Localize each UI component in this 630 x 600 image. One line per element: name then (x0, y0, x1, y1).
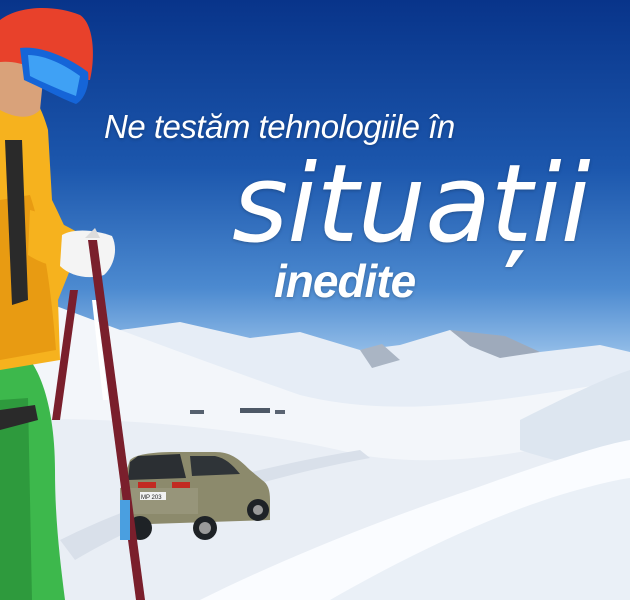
headline-line-1: Ne testăm tehnologiile în (104, 108, 455, 145)
ski-pole-icon (88, 240, 145, 600)
ad-scene: MP 203 Ne testăm tehnologiile în situați… (0, 0, 630, 600)
headline-line-3: inedite (274, 255, 416, 307)
headline-line-2: situații (232, 142, 591, 267)
